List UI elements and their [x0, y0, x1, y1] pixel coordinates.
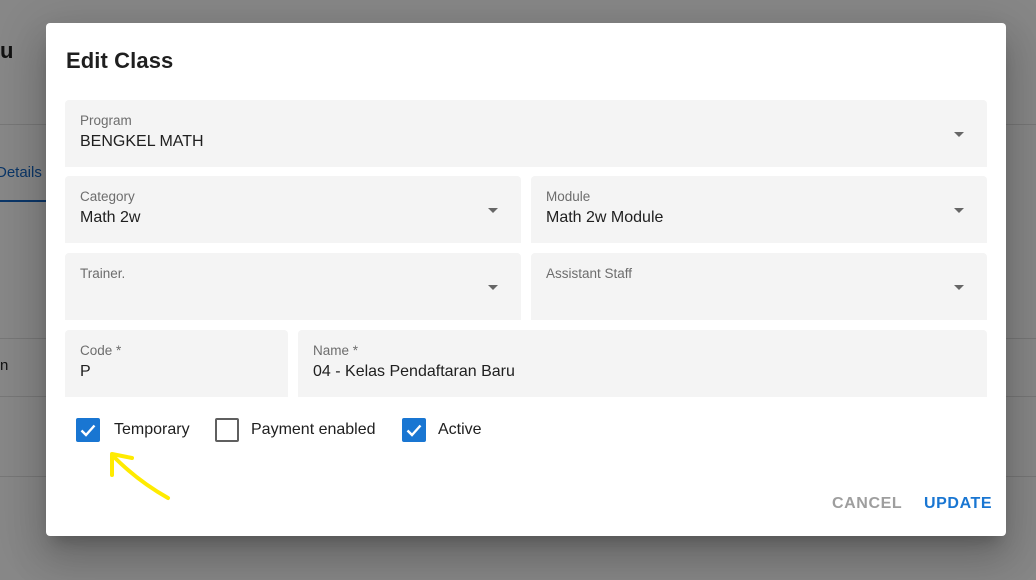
program-select[interactable]: Program BENGKEL MATH	[65, 100, 987, 167]
category-select[interactable]: Category Math 2w	[65, 176, 521, 243]
program-value: BENGKEL MATH	[80, 133, 204, 150]
assistant-staff-select[interactable]: Assistant Staff	[531, 253, 987, 320]
code-label: Code *	[80, 343, 122, 358]
checkmark-icon	[80, 424, 96, 437]
temporary-checkbox[interactable]	[76, 418, 100, 442]
checkmark-icon	[406, 424, 422, 437]
name-label: Name *	[313, 343, 359, 358]
cancel-button[interactable]: CANCEL	[832, 495, 902, 513]
name-value[interactable]: 04 - Kelas Pendaftaran Baru	[313, 363, 515, 381]
payment-enabled-label[interactable]: Payment enabled	[251, 421, 376, 439]
program-label: Program	[80, 113, 132, 128]
caret-down-icon	[954, 131, 964, 137]
payment-enabled-checkbox[interactable]	[215, 418, 239, 442]
code-value[interactable]: P	[80, 363, 91, 381]
code-field[interactable]: Code * P	[65, 330, 288, 397]
trainer-select[interactable]: Trainer.	[65, 253, 521, 320]
category-value: Math 2w	[80, 209, 141, 226]
edit-class-dialog: Edit Class Program BENGKEL MATH Category…	[46, 23, 1006, 536]
caret-down-icon	[488, 284, 498, 290]
update-button[interactable]: UPDATE	[924, 495, 992, 513]
dialog-title: Edit Class	[66, 48, 174, 73]
module-label: Module	[546, 189, 591, 204]
trainer-label: Trainer.	[80, 266, 126, 281]
caret-down-icon	[954, 284, 964, 290]
module-value: Math 2w Module	[546, 209, 664, 226]
category-label: Category	[80, 189, 135, 204]
arrow-annotation-icon	[110, 452, 170, 500]
temporary-label[interactable]: Temporary	[114, 421, 190, 439]
assistant-staff-label: Assistant Staff	[546, 266, 633, 281]
caret-down-icon	[488, 207, 498, 213]
caret-down-icon	[954, 207, 964, 213]
name-field[interactable]: Name * 04 - Kelas Pendaftaran Baru	[298, 330, 987, 397]
module-select[interactable]: Module Math 2w Module	[531, 176, 987, 243]
active-label[interactable]: Active	[438, 421, 482, 439]
active-checkbox[interactable]	[402, 418, 426, 442]
